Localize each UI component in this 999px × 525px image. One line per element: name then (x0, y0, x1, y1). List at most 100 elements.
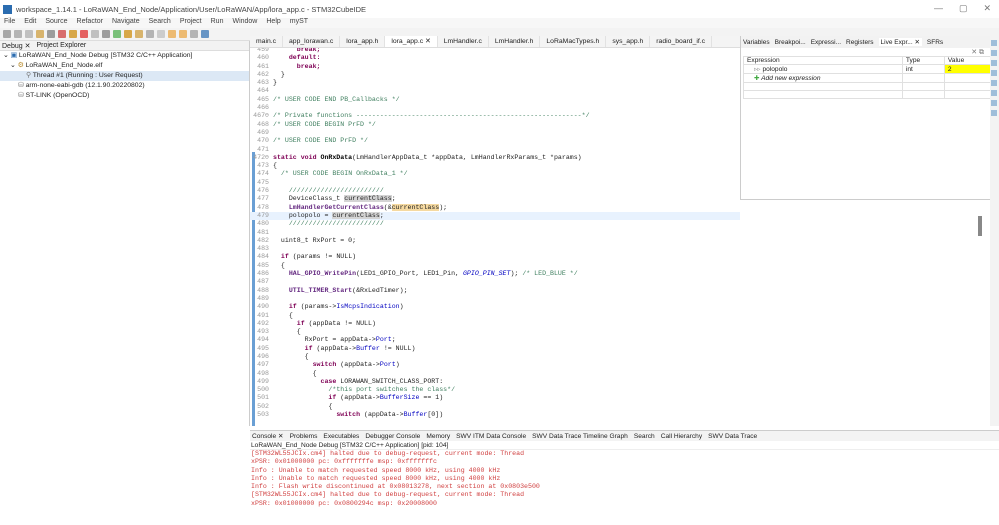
code-token: /* USER CODE END PB_Callbacks */ (273, 95, 400, 103)
menu-source[interactable]: Source (45, 18, 67, 28)
code-editor[interactable]: main.c app_lorawan.c lora_app.h lora_app.c … (250, 36, 740, 426)
tree-item-debug-session[interactable]: ⌄ ▣ LoRaWAN_End_Node Debug [STM32 C/C++ … (0, 51, 249, 61)
tab-expressi[interactable]: Expressi... (811, 39, 841, 46)
toolbar-button-icon[interactable] (102, 30, 110, 38)
toolbar-button-icon[interactable] (135, 30, 143, 38)
side-view-icon[interactable] (991, 70, 997, 76)
add-expression-row[interactable]: ✚ Add new expression (743, 73, 992, 83)
toolbar-button-icon[interactable] (3, 30, 11, 38)
code-token: /* LED_BLUE */ (522, 270, 578, 278)
tab-registers[interactable]: Registers (846, 39, 873, 46)
code-token: case (320, 377, 337, 385)
tab-debugger[interactable]: Debugger Console (365, 433, 420, 440)
maximize-button[interactable]: ▢ (959, 3, 968, 14)
menu-myst[interactable]: myST (290, 18, 308, 28)
code-token: (appData-> (360, 411, 404, 419)
tab-swv[interactable]: SWV Data Trace (708, 433, 757, 440)
menu-help[interactable]: Help (266, 18, 280, 28)
menu-navigate[interactable]: Navigate (112, 18, 140, 28)
tab-swv[interactable]: SWV ITM Data Console (456, 433, 526, 440)
tab-search[interactable]: Search (634, 433, 655, 440)
toolbar-button-icon[interactable] (168, 30, 176, 38)
remove-expression-icon[interactable]: ✕ ⧉ (741, 48, 990, 56)
tab-sfrs[interactable]: SFRs (927, 39, 943, 46)
code-line: 485 { (250, 262, 740, 270)
editor-tab-sys_app-h[interactable]: sys_app.h (606, 36, 651, 47)
line-number: 500 (257, 386, 269, 394)
table-row[interactable]: ▹▹ polopolo int 2 (743, 64, 992, 74)
side-view-icon[interactable] (991, 40, 997, 46)
toolbar-button-icon[interactable] (80, 30, 88, 38)
menu-run[interactable]: Run (211, 18, 224, 28)
side-view-icon[interactable] (991, 90, 997, 96)
toolbar-button-icon[interactable] (124, 30, 132, 38)
toolbar-button-icon[interactable] (25, 30, 33, 38)
tab-variables[interactable]: Variables (743, 39, 770, 46)
toolbar-button-icon[interactable] (201, 30, 209, 38)
tree-item-stlink[interactable]: ⛁ ST-LINK (OpenOCD) (0, 91, 249, 101)
menu-search[interactable]: Search (149, 18, 171, 28)
tab-call[interactable]: Call Hierarchy (661, 433, 702, 440)
tab-executables[interactable]: Executables (323, 433, 359, 440)
code-line: 491 { (250, 312, 740, 320)
code-token: if (304, 344, 313, 352)
code-line: 503 switch (appData->Buffer[0]) (250, 411, 740, 419)
tree-item-thread[interactable]: ⚲ Thread #1 (Running : User Request) (0, 71, 249, 81)
line-number: 491 (257, 311, 269, 319)
toolbar-button-icon[interactable] (157, 30, 165, 38)
toolbar-button-icon[interactable] (190, 30, 198, 38)
code-token: Port (375, 336, 392, 344)
tab-problems[interactable]: Problems (290, 433, 318, 440)
tab-swv[interactable]: SWV Data Trace Timeline Graph (532, 433, 628, 440)
side-view-icon[interactable] (991, 60, 997, 66)
menu-window[interactable]: Window (232, 18, 257, 28)
line-number: 494 (257, 336, 269, 344)
tab-console[interactable]: Console ✕ (252, 432, 284, 440)
tab-live[interactable]: Live Expr... ✕ (878, 38, 922, 46)
tab-project-explorer[interactable]: Project Explorer (36, 42, 86, 49)
editor-tab-radio_board_if-c[interactable]: radio_board_if.c (650, 36, 713, 47)
editor-tab-loramactypes-h[interactable]: LoRaMacTypes.h (540, 36, 607, 47)
close-button[interactable]: ✕ (983, 3, 991, 14)
menu-project[interactable]: Project (180, 18, 202, 28)
expression-type: int (901, 64, 945, 74)
side-view-icon[interactable] (991, 100, 997, 106)
toolbar-button-icon[interactable] (113, 30, 121, 38)
code-line: 475 (250, 179, 740, 187)
toolbar-button-icon[interactable] (69, 30, 77, 38)
tab-debug[interactable]: Debug ✕ (2, 42, 30, 50)
app-logo-icon (3, 4, 12, 14)
toolbar-button-icon[interactable] (36, 30, 44, 38)
toolbar-button-icon[interactable] (58, 30, 66, 38)
editor-tab-main-c[interactable]: main.c (250, 36, 284, 47)
toolbar-button-icon[interactable] (179, 30, 187, 38)
editor-tab-lora_app-h[interactable]: lora_app.h (340, 36, 386, 47)
toolbar-button-icon[interactable] (47, 30, 55, 38)
editor-tab-lmhandler-c[interactable]: LmHandler.c (438, 36, 489, 47)
editor-tab-app_lorawan-c[interactable]: app_lorawan.c (283, 36, 341, 47)
editor-tab-lora_app-c[interactable]: lora_app.c ✕ (385, 36, 438, 47)
menu-edit[interactable]: Edit (24, 18, 36, 28)
code-token: ; (379, 211, 384, 219)
toolbar-button-icon[interactable] (14, 30, 22, 38)
tree-item-elf[interactable]: ⌄ ⚙ LoRaWAN_End_Node.elf (0, 61, 249, 71)
editor-tab-lmhandler-h[interactable]: LmHandler.h (489, 36, 541, 47)
menu-refactor[interactable]: Refactor (77, 18, 103, 28)
side-view-icon[interactable] (991, 80, 997, 86)
code-token: (appData-> (312, 344, 357, 352)
menu-file[interactable]: File (4, 18, 15, 28)
code-token: ; (391, 336, 396, 344)
side-view-icon[interactable] (991, 110, 997, 116)
editor-scrollbar[interactable] (978, 216, 982, 236)
side-view-icon[interactable] (991, 50, 997, 56)
minimize-button[interactable]: — (934, 3, 943, 14)
tree-item-gdb[interactable]: ⛁ arm-none-eabi-gdb (12.1.90.20220802) (0, 81, 249, 91)
toolbar-button-icon[interactable] (91, 30, 99, 38)
code-line: 501 if (appData->BufferSize == 1) (250, 394, 740, 402)
toolbar-button-icon[interactable] (146, 30, 154, 38)
tab-breakpoi[interactable]: Breakpoi... (775, 39, 806, 46)
code-token: if (296, 319, 305, 327)
code-token: if (288, 303, 297, 311)
tab-memory[interactable]: Memory (426, 433, 450, 440)
